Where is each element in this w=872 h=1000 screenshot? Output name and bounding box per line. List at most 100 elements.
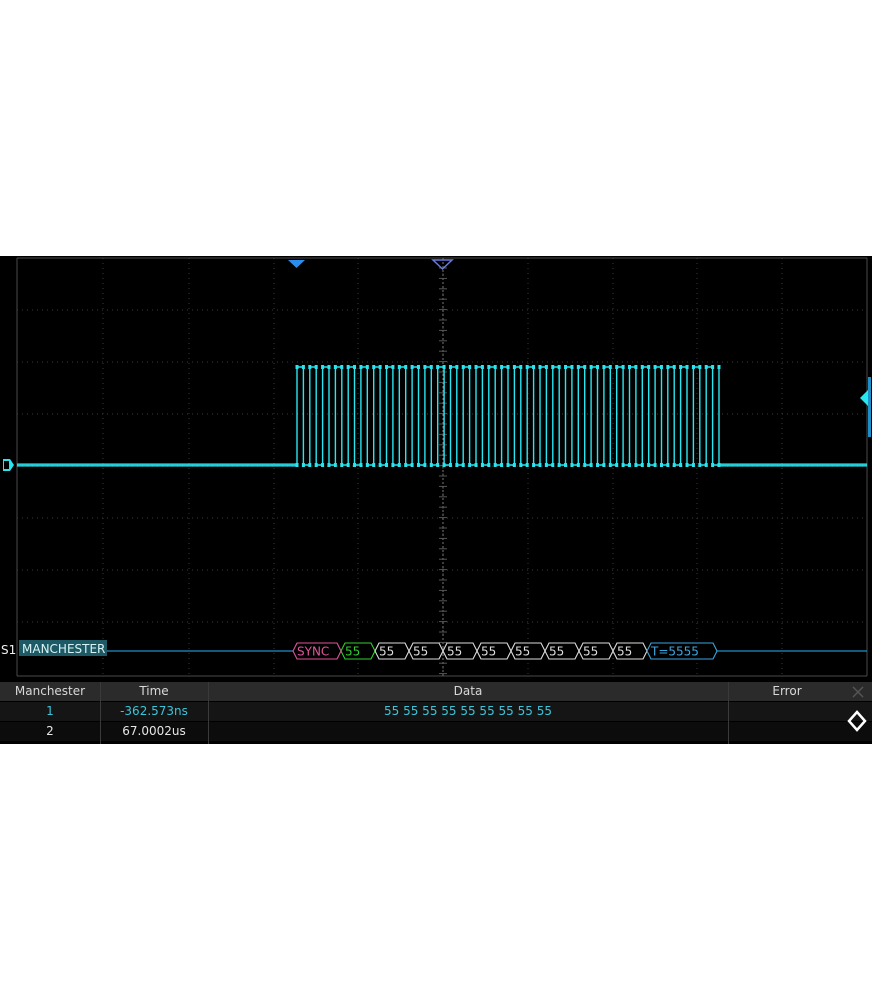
decode-frame-label: 55 — [583, 645, 598, 659]
edge-overshoot — [410, 365, 414, 369]
row-error — [728, 722, 846, 741]
decode-frame-label: 55 — [413, 645, 428, 659]
edge-overshoot — [461, 365, 465, 369]
edge-overshoot — [474, 463, 478, 467]
edge-overshoot — [397, 365, 401, 369]
edge-overshoot — [372, 463, 376, 467]
edge-overshoot — [525, 463, 529, 467]
edge-overshoot — [583, 365, 587, 369]
edge-overshoot — [436, 365, 440, 369]
edge-overshoot — [711, 463, 715, 467]
row-index: 2 — [46, 724, 54, 738]
edge-overshoot — [448, 365, 452, 369]
edge-overshoot — [704, 463, 708, 467]
edge-overshoot — [410, 463, 414, 467]
edge-overshoot — [397, 463, 401, 467]
channel-offset-marker-inner — [4, 461, 9, 469]
edge-overshoot — [647, 365, 651, 369]
edge-overshoot — [461, 463, 465, 467]
edge-overshoot — [576, 463, 580, 467]
edge-overshoot — [602, 463, 606, 467]
column-divider — [208, 682, 209, 744]
row-data: 55 55 55 55 55 55 55 55 55 — [384, 704, 552, 718]
edge-overshoot — [538, 463, 542, 467]
col-header-manchester[interactable]: Manchester — [0, 682, 100, 701]
column-divider — [728, 682, 729, 744]
table-row[interactable]: 2 67.0002us — [0, 722, 872, 741]
edge-overshoot — [295, 365, 299, 369]
edge-overshoot — [589, 365, 593, 369]
edge-overshoot — [385, 365, 389, 369]
edge-overshoot — [391, 463, 395, 467]
edge-overshoot — [621, 463, 625, 467]
edge-overshoot — [666, 365, 670, 369]
edge-overshoot — [551, 365, 555, 369]
edge-overshoot — [711, 365, 715, 369]
edge-overshoot — [704, 365, 708, 369]
edge-overshoot — [634, 463, 638, 467]
edge-overshoot — [698, 463, 702, 467]
trigger-level-marker[interactable] — [860, 390, 868, 406]
edge-overshoot — [627, 463, 631, 467]
edge-overshoot — [429, 365, 433, 369]
edge-overshoot — [455, 463, 459, 467]
edge-overshoot — [455, 365, 459, 369]
edge-overshoot — [333, 463, 337, 467]
edge-overshoot — [717, 463, 721, 467]
edge-overshoot — [468, 463, 472, 467]
edge-overshoot — [327, 365, 331, 369]
edge-overshoot — [532, 365, 536, 369]
col-header-error[interactable]: Error — [728, 682, 846, 701]
edge-overshoot — [321, 365, 325, 369]
decode-frame-label: 55 — [379, 645, 394, 659]
edge-overshoot — [385, 463, 389, 467]
edge-overshoot — [436, 463, 440, 467]
edge-overshoot — [512, 463, 516, 467]
decode-frame-label: SYNC — [297, 645, 329, 659]
decode-frame-label: T=5555 — [650, 645, 699, 659]
trigger-position-marker[interactable] — [288, 260, 305, 268]
edge-overshoot — [353, 463, 357, 467]
edge-overshoot — [602, 365, 606, 369]
edge-overshoot — [532, 463, 536, 467]
edge-overshoot — [666, 463, 670, 467]
edge-overshoot — [519, 365, 523, 369]
trace-path — [17, 366, 867, 466]
bus-name-label: MANCHESTER — [22, 642, 105, 656]
edge-overshoot — [698, 365, 702, 369]
edge-overshoot — [647, 463, 651, 467]
edge-overshoot — [570, 365, 574, 369]
edge-overshoot — [659, 463, 663, 467]
edge-overshoot — [691, 463, 695, 467]
edge-overshoot — [506, 365, 510, 369]
edge-overshoot — [340, 365, 344, 369]
edge-overshoot — [679, 463, 683, 467]
edge-overshoot — [589, 463, 593, 467]
edge-overshoot — [333, 365, 337, 369]
waveform-display[interactable]: SYNC 55 55 55 55 55 55 55 55 55 T=5555 S1 MANCHEST… — [0, 256, 872, 682]
edge-overshoot — [365, 463, 369, 467]
edge-overshoot — [429, 463, 433, 467]
edge-overshoot — [685, 365, 689, 369]
edge-overshoot — [672, 365, 676, 369]
col-header-time[interactable]: Time — [100, 682, 208, 701]
edge-overshoot — [468, 365, 472, 369]
close-icon[interactable] — [850, 684, 866, 700]
table-row[interactable]: 1 -362.573ns 55 55 55 55 55 55 55 55 55 — [0, 702, 872, 721]
edge-overshoot — [442, 365, 446, 369]
edge-overshoot — [480, 463, 484, 467]
bus-decode-row: SYNC 55 55 55 55 55 55 55 55 55 T=5555 — [107, 642, 867, 660]
edge-overshoot — [301, 463, 305, 467]
edge-overshoot — [448, 463, 452, 467]
edge-overshoot — [404, 463, 408, 467]
edge-overshoot — [564, 365, 568, 369]
edge-overshoot — [372, 365, 376, 369]
edge-overshoot — [557, 463, 561, 467]
edge-overshoot — [596, 463, 600, 467]
edge-overshoot — [416, 365, 420, 369]
edge-overshoot — [634, 365, 638, 369]
edge-overshoot — [391, 365, 395, 369]
col-header-data[interactable]: Data — [208, 682, 728, 701]
edge-overshoot — [653, 365, 657, 369]
navigate-diamond-icon[interactable] — [846, 708, 868, 734]
